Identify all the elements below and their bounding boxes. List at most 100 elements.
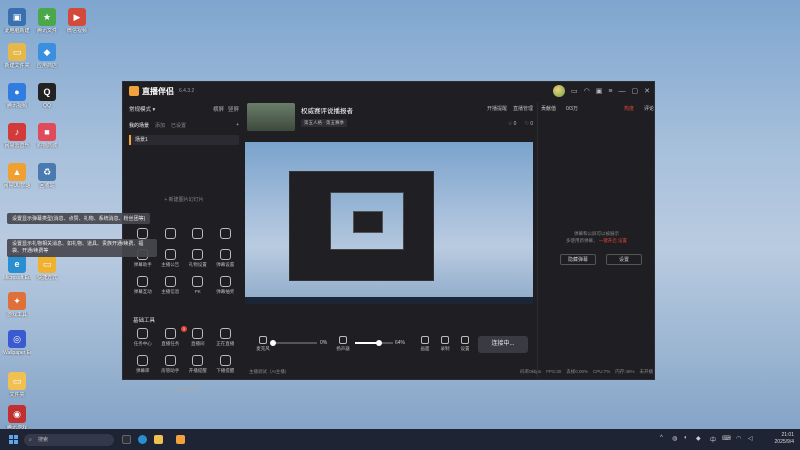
edge-icon[interactable]	[138, 435, 147, 444]
mode-select[interactable]: 常规模式 ▾	[129, 105, 155, 113]
desktop-icon[interactable]: ▭ 新建文件夹	[3, 43, 31, 69]
tool-item[interactable]: 直播间	[184, 328, 212, 347]
desktop-icon[interactable]: ✦ 游戏工具	[3, 292, 31, 318]
minimize-icon[interactable]: —	[619, 88, 626, 95]
more-features-button[interactable]: ••• 更多功能	[129, 386, 239, 393]
wifi-icon[interactable]: ◠	[736, 435, 741, 442]
tool-item[interactable]: 主播信息	[157, 276, 185, 295]
tab-my-scenes[interactable]: 我的场景	[129, 122, 149, 129]
close-icon[interactable]: ✕	[644, 87, 650, 95]
tab-contribution[interactable]: 贡献值	[541, 105, 556, 112]
desktop-icon[interactable]: ♪ 网易云音乐	[3, 123, 31, 149]
start-live-button[interactable]: 连接中...	[478, 336, 528, 353]
tool-item[interactable]: 房管助手	[157, 355, 185, 374]
desktop-icon[interactable]: ▭ 快捷方式	[33, 255, 61, 281]
desktop-icon[interactable]: ★ 腾讯文件	[33, 8, 61, 34]
hide-danmaku-button[interactable]: 隐藏弹幕	[560, 254, 596, 265]
right-tabs: 贡献值 0/3万 热度 评论	[538, 102, 654, 114]
slider-knob[interactable]	[376, 340, 383, 346]
desktop-icon-label: 腾讯文件	[36, 28, 57, 34]
taskbar-search[interactable]: ⌕ 搜索	[24, 434, 114, 446]
stream-preview[interactable]	[245, 142, 533, 304]
notify-button[interactable]: 开播提醒	[487, 105, 507, 112]
tray-app-icon-3[interactable]: ◆	[696, 435, 701, 442]
tool-item[interactable]	[157, 228, 185, 241]
settings-control[interactable]: 设置	[457, 336, 473, 352]
tool-item[interactable]	[184, 228, 212, 241]
tool-icon	[192, 355, 204, 366]
app-icon: Q	[38, 83, 56, 101]
desktop-icon[interactable]: ▲ 网易UU加速	[3, 163, 31, 189]
info-line-1: 弹幕和公屏可以被展示	[574, 231, 619, 236]
tool-item[interactable]: 直播任务	[157, 328, 185, 347]
app-icon: ▭	[38, 255, 56, 273]
menu-icon[interactable]: ≡	[608, 88, 612, 95]
task-view-icon[interactable]	[122, 435, 131, 444]
maximize-icon[interactable]: ▢	[632, 87, 639, 95]
ime-icon[interactable]: ⌨	[722, 435, 731, 442]
speaker-volume-slider[interactable]	[355, 340, 393, 346]
tool-item[interactable]: 礼物设置	[184, 249, 212, 268]
desktop-icon[interactable]: ◉ 腾讯游戏	[3, 405, 31, 431]
tool-item[interactable]	[212, 228, 240, 241]
tool-item[interactable]: 任务中心	[129, 328, 157, 347]
desktop-icon[interactable]: ♻ 回收站	[33, 163, 61, 189]
scene-effects-control[interactable]: 画面	[417, 336, 433, 352]
live-companion-taskbar-icon[interactable]	[176, 435, 185, 444]
message-icon[interactable]: ▭	[571, 87, 578, 95]
tool-item[interactable]: 弹幕互动	[129, 276, 157, 295]
tool-item[interactable]: 弹幕抽奖	[212, 276, 240, 295]
clock-date: 2025/9/4	[774, 439, 794, 445]
tray-app-icon[interactable]: ◍	[672, 435, 677, 442]
tool-item[interactable]: 主播公告	[157, 249, 185, 268]
tool-item[interactable]: 下播提醒	[212, 355, 240, 374]
record-control[interactable]: 录制	[437, 336, 453, 352]
input-language[interactable]: 中	[710, 435, 716, 444]
tab-count[interactable]: 0/3万	[566, 105, 578, 112]
tab-configured[interactable]: 已设置	[171, 122, 186, 129]
stream-cover-thumbnail[interactable]	[247, 103, 295, 131]
stream-category[interactable]: 第五人格 · 第五赛季	[301, 119, 347, 127]
desktop-icon[interactable]: ▭ 文件夹	[3, 372, 31, 398]
windows-start-icon[interactable]	[9, 435, 18, 444]
mic-volume-slider[interactable]	[270, 340, 317, 346]
avatar[interactable]	[553, 85, 566, 97]
slider-knob[interactable]	[270, 340, 276, 346]
file-explorer-icon[interactable]	[154, 435, 163, 444]
danmaku-settings-button[interactable]: 设置	[606, 254, 642, 265]
speaker-control[interactable]: 扬声器	[333, 336, 353, 352]
tool-item[interactable]: 正在直播	[212, 328, 240, 347]
tray-chevron-icon[interactable]: ^	[660, 435, 663, 441]
tool-item[interactable]: 开播提醒	[184, 355, 212, 374]
desktop-icon[interactable]: ▶ 微信视频	[63, 8, 91, 34]
tool-item[interactable]: 弹幕库	[129, 355, 157, 374]
tool-label: 主播公告	[161, 262, 180, 267]
tool-label: 弹幕抽奖	[216, 289, 235, 294]
desktop-icon[interactable]: ▣ 此电脑新建	[3, 8, 31, 34]
tool-item[interactable]: PK	[184, 276, 212, 295]
desktop-icon[interactable]: ◆ 应用商店	[33, 43, 61, 69]
desktop-icon[interactable]: Q QQ	[33, 83, 61, 109]
stream-title[interactable]: 权威赛评说播报者	[301, 105, 353, 115]
add-slideshow-button[interactable]: + 新建图片幻灯片	[129, 196, 239, 203]
add-icon[interactable]: +	[236, 122, 239, 129]
tray-app-icon-2[interactable]: ◐	[684, 435, 688, 441]
scene-item[interactable]: 场景1	[129, 135, 239, 145]
enable-link[interactable]: 一键开启	[599, 238, 617, 243]
manage-button[interactable]: 直播管理	[513, 105, 533, 112]
landscape-toggle[interactable]: 横屏	[213, 105, 224, 113]
tool-item[interactable]: 弹幕设置	[212, 249, 240, 268]
gift-icon[interactable]: ▣	[596, 87, 603, 95]
headset-icon[interactable]: ◠	[584, 87, 590, 95]
desktop-icon[interactable]: ■ 购物商城	[33, 123, 61, 149]
desktop-icon[interactable]: ◎ Wallpaper Engine	[3, 330, 31, 356]
volume-icon[interactable]: ◁	[748, 435, 753, 442]
desktop-icon[interactable]: e Microsoft Edge	[3, 255, 31, 281]
taskbar-clock[interactable]: 21:01 2025/9/4	[775, 432, 794, 446]
desktop-icon[interactable]: ● 腾讯视频	[3, 83, 31, 109]
hot-badge[interactable]: 热度	[624, 105, 634, 112]
settings-link[interactable]: 设置	[618, 238, 627, 243]
tab-comments[interactable]: 评论	[644, 105, 654, 112]
tab-add[interactable]: 添加	[155, 122, 165, 129]
portrait-toggle[interactable]: 竖屏	[228, 105, 239, 113]
